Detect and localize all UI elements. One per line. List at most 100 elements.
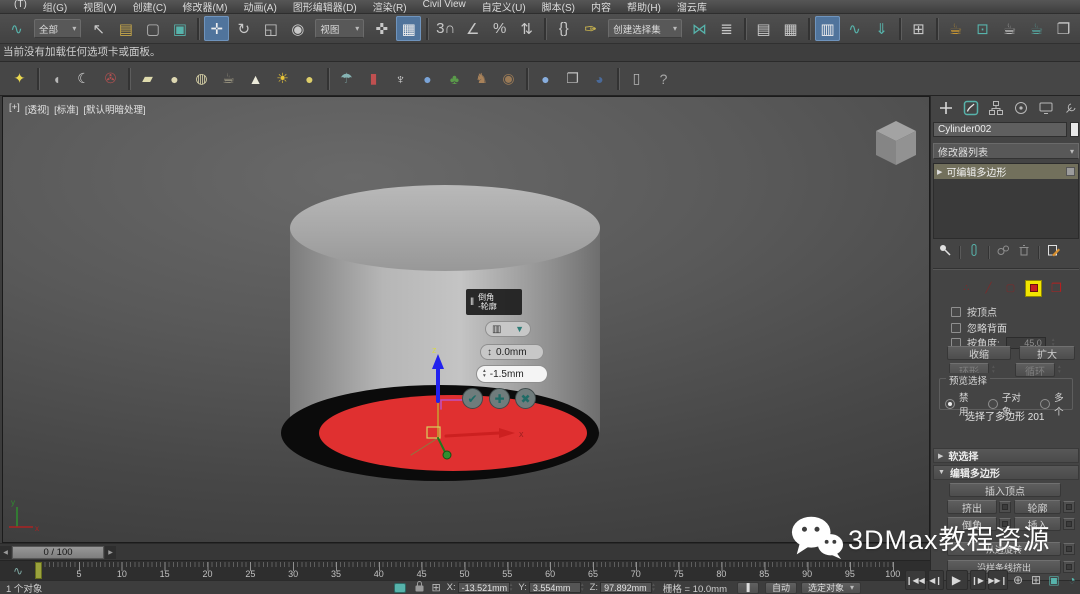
viewport-menu-plus[interactable]: [+] xyxy=(9,102,20,116)
bevel-outline-field[interactable]: -1.5mm xyxy=(476,365,548,383)
hierarchy-tab[interactable] xyxy=(986,98,1005,118)
foliage-icon[interactable]: ♣ xyxy=(442,66,467,91)
scale-icon[interactable]: ◱ xyxy=(258,16,283,41)
render-production-icon[interactable]: ☕ xyxy=(1024,16,1049,41)
modifier-list-dropdown[interactable]: 修改器列表▾ xyxy=(933,143,1079,159)
film-icon[interactable]: ✇ xyxy=(98,66,123,91)
select-and-place-icon[interactable]: ◉ xyxy=(285,16,310,41)
make-unique-icon[interactable] xyxy=(996,243,1010,262)
select-object-icon[interactable]: ↖ xyxy=(86,16,111,41)
x-coord-field[interactable]: -13.521mm xyxy=(458,582,510,593)
moon-icon[interactable]: ☾ xyxy=(71,66,96,91)
help-icon[interactable]: ? xyxy=(651,66,676,91)
teapot-icon[interactable]: ☕ xyxy=(216,66,241,91)
isolate-selection-toggle-icon[interactable] xyxy=(394,583,406,593)
viewport-shading-label[interactable]: [默认明暗处理] xyxy=(83,102,145,116)
grow-button[interactable]: 扩大 xyxy=(1019,346,1075,360)
insert-settings-button[interactable] xyxy=(1063,518,1075,530)
key-filter-dropdown[interactable]: 选定对象▾ xyxy=(801,582,861,594)
plane-icon[interactable]: ▰ xyxy=(135,66,160,91)
move-icon[interactable]: ✛ xyxy=(204,16,229,41)
material-editor-icon[interactable]: ⊞ xyxy=(906,16,931,41)
monkey-icon[interactable]: ◉ xyxy=(496,66,521,91)
menu-item[interactable]: 动画(A) xyxy=(235,0,284,14)
sphere-blue-icon[interactable]: ● xyxy=(415,66,440,91)
mirror-icon[interactable]: ⋈ xyxy=(687,16,712,41)
reference-coordinate-dropdown[interactable]: 视图▾ xyxy=(315,19,364,38)
menu-item[interactable]: 图形编辑器(D) xyxy=(285,0,365,14)
percent-snap-icon[interactable]: % xyxy=(487,16,512,41)
select-by-name-icon[interactable]: ▤ xyxy=(113,16,138,41)
menu-item[interactable]: 自定义(U) xyxy=(474,0,534,14)
extrude-settings-button[interactable] xyxy=(999,501,1011,513)
soft-selection-rollout[interactable]: ▶ 软选择 xyxy=(933,448,1079,463)
menu-item[interactable]: (T) xyxy=(6,0,35,14)
next-frame-button[interactable]: ❙▶ xyxy=(970,570,986,590)
current-frame-marker[interactable] xyxy=(35,562,42,579)
vertex-subobject-icon[interactable]: ∴ xyxy=(959,281,974,296)
visibility-toggle-icon[interactable] xyxy=(1066,167,1075,176)
selection-lock-icon[interactable] xyxy=(414,580,425,594)
y-coord-field[interactable]: 3.554mm xyxy=(529,582,581,593)
menu-item[interactable]: 组(G) xyxy=(35,0,75,14)
status-mini-button[interactable]: ❚ xyxy=(737,582,759,594)
utilities-tab[interactable] xyxy=(1062,98,1080,118)
motion-tab[interactable] xyxy=(1012,98,1031,118)
go-to-start-button[interactable]: ❙◀◀ xyxy=(905,570,926,590)
hinge-settings-button[interactable] xyxy=(1063,543,1075,555)
sphere-dark-icon[interactable]: ◕ xyxy=(587,66,612,91)
viewport-pov-label[interactable]: [透视] xyxy=(25,102,49,116)
render-teapot-icon[interactable]: ☕ xyxy=(997,16,1022,41)
light-icon[interactable]: ✦ xyxy=(7,66,32,91)
menu-item[interactable]: 溜云库 xyxy=(669,0,715,14)
snap-3d-icon[interactable]: 3∩ xyxy=(433,16,458,41)
keyboard-override-icon[interactable]: ▦ xyxy=(396,16,421,41)
torus-icon[interactable]: ◍ xyxy=(189,66,214,91)
edit-polygons-rollout[interactable]: ▼ 编辑多边形 xyxy=(933,465,1079,480)
viewcube[interactable] xyxy=(876,121,916,165)
named-selection-set-field[interactable]: 创建选择集▾ xyxy=(608,19,682,38)
stack-item-editable-poly[interactable]: ▶ 可编辑多边形 xyxy=(934,164,1078,179)
viewport-standard-label[interactable]: [标准] xyxy=(54,102,78,116)
manipulate-icon[interactable]: ✑ xyxy=(578,16,603,41)
layer-stack-icon[interactable]: ▦ xyxy=(778,16,803,41)
outline-button[interactable]: 轮廓 xyxy=(1014,500,1061,514)
next-frame-arrow[interactable]: ▶ xyxy=(105,546,116,559)
rotate-icon[interactable]: ↻ xyxy=(231,16,256,41)
bevel-type-dropdown[interactable]: ▥ ▼ xyxy=(485,321,531,337)
spinner-icon[interactable] xyxy=(1058,365,1061,375)
time-slider-handle[interactable]: 0 / 100 xyxy=(12,546,104,559)
edge-subobject-icon[interactable]: ╱ xyxy=(981,281,996,296)
curve-editor-icon[interactable]: ∿ xyxy=(842,16,867,41)
previous-frame-arrow[interactable]: ◀ xyxy=(0,546,11,559)
outline-settings-button[interactable] xyxy=(1063,501,1075,513)
menu-item[interactable]: 内容 xyxy=(583,0,619,14)
z-coord-field[interactable]: 97.892mm xyxy=(600,582,652,593)
configure-modifier-sets-icon[interactable] xyxy=(1046,243,1061,262)
object-color-swatch[interactable] xyxy=(1070,122,1079,137)
expand-icon[interactable]: ▶ xyxy=(937,168,942,176)
remove-modifier-icon[interactable] xyxy=(1017,243,1031,262)
display-tab[interactable] xyxy=(1037,98,1056,118)
spinner-icon[interactable] xyxy=(992,365,995,375)
previous-frame-button[interactable]: ◀❙ xyxy=(928,570,944,590)
window-crossing-icon[interactable]: ▣ xyxy=(167,16,192,41)
sun-icon[interactable]: ☀ xyxy=(270,66,295,91)
spinner-icon[interactable] xyxy=(581,583,584,593)
zoom-all-icon[interactable]: ⊞ xyxy=(1028,570,1044,590)
menu-item[interactable]: 创建(C) xyxy=(125,0,175,14)
align-icon[interactable]: ≣ xyxy=(714,16,739,41)
selected-polygon-face[interactable] xyxy=(319,395,587,471)
caddy-cancel-button[interactable]: ✖ xyxy=(515,388,536,409)
rain-icon[interactable]: ☂ xyxy=(334,66,359,91)
transform-typein-icon[interactable]: ⊞ xyxy=(431,581,440,594)
spinner-icon[interactable] xyxy=(652,583,655,593)
bevel-height-field[interactable]: ↕ 0.0mm xyxy=(480,344,544,360)
menu-item[interactable]: 视图(V) xyxy=(75,0,124,14)
spinner-icon[interactable] xyxy=(483,369,486,379)
edit-named-selections-icon[interactable]: {} xyxy=(551,16,576,41)
spinner-icon[interactable] xyxy=(510,583,513,593)
menu-item[interactable]: 渲染(R) xyxy=(365,0,415,14)
menu-item[interactable]: 脚本(S) xyxy=(534,0,583,14)
perspective-viewport[interactable]: [+] [透视] [标准] [默认明暗处理] xyxy=(2,96,930,543)
